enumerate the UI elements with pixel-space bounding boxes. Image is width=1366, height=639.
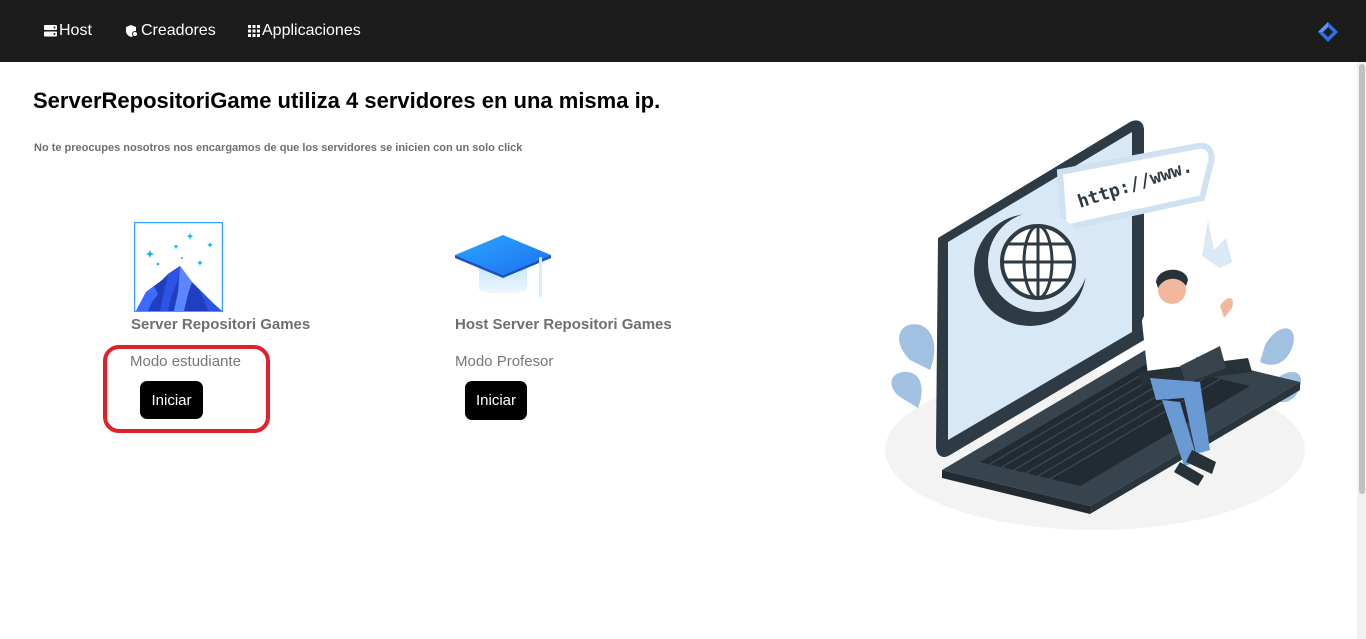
- user-shield-icon: [126, 25, 138, 37]
- mountain-stars-icon: [134, 222, 223, 312]
- card-title-teacher: Host Server Repositori Games: [455, 316, 672, 333]
- laptop-www-illustration: http://www.: [885, 120, 1305, 530]
- nav-creadores[interactable]: Creadores: [125, 20, 216, 42]
- server-icon: [44, 25, 57, 37]
- brand-logo-icon[interactable]: [1317, 21, 1339, 43]
- nav-aplicaciones-label: Applicaciones: [262, 22, 361, 39]
- nav-host[interactable]: Host: [44, 20, 92, 42]
- highlight-annotation: [103, 345, 270, 433]
- grid-icon: [248, 25, 260, 37]
- nav-aplicaciones[interactable]: Applicaciones: [248, 20, 361, 42]
- card-title-student: Server Repositori Games: [131, 316, 311, 333]
- top-navbar: Host Creadores Applicaciones: [0, 0, 1366, 62]
- page-title: ServerRepositoriGame utiliza 4 servidore…: [33, 88, 661, 113]
- page-subtitle: No te preocupes nosotros nos encargamos …: [34, 142, 523, 154]
- scrollbar-thumb[interactable]: [1359, 64, 1365, 494]
- card-mode-teacher: Modo Profesor: [455, 353, 554, 370]
- nav-creadores-label: Creadores: [141, 22, 216, 39]
- nav-host-label: Host: [59, 22, 92, 39]
- graduation-cap-icon: [455, 235, 551, 297]
- iniciar-teacher-button[interactable]: Iniciar: [465, 381, 527, 420]
